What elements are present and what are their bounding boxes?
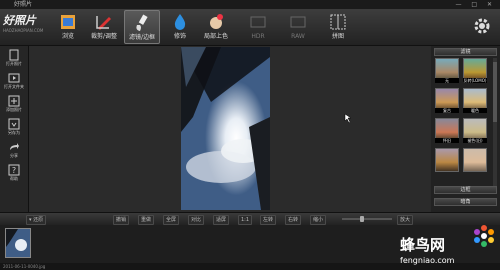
sidebar-item-help[interactable]: ? 帮助 [2,164,26,186]
tool-label: 滤镜/边框 [128,34,156,41]
watermark-title: 蜂鸟网 [400,236,445,254]
fit-screen-button[interactable]: 适屏 [213,215,230,225]
tool-crop-adjust[interactable]: 裁剪/调整 [86,10,122,44]
actual-size-button[interactable]: 1:1 [238,215,253,225]
hdr-icon [250,16,266,28]
watermark-url: fengniao.com [400,256,455,265]
filter-thumb[interactable] [435,148,459,172]
filter-thumb-label: 褪色(旧) [463,138,487,143]
panel-scrollbar[interactable] [493,58,497,190]
sidebar-item-save-as[interactable]: 另存为 [2,118,26,140]
restore-button[interactable]: ▾ 还原 [26,215,47,225]
fengniao-watermark: 蜂鸟网 fengniao.com [400,225,494,265]
photo-preview [181,47,270,210]
tool-label: 浏览 [61,33,74,40]
sidebar-item-open-photo[interactable]: 打开照片 [2,49,26,71]
tool-label: 局部上色 [203,33,228,40]
zoom-slider[interactable] [342,218,392,220]
rotate-left-button[interactable]: 左转 [260,215,277,225]
help-icon: ? [8,164,20,176]
water-drop-icon [174,14,186,30]
main-toolbar: 好照片 HAOZHAOPIAN.COM 浏览 裁剪/调整 滤镜/边框 修饰 局部… [0,9,500,46]
app-logo: 好照片 HAOZHAOPIAN.COM [3,12,49,42]
tool-browse[interactable]: 浏览 [50,10,86,44]
sidebar-item-label: 帮助 [10,176,18,181]
window-title: 好照片 [14,1,33,8]
brush-filter-icon [136,14,148,31]
section-corner-header[interactable]: 暗角 [434,198,497,206]
sidebar-item-open-folder[interactable]: 打开文件夹 [2,72,26,94]
save-as-icon [8,118,20,130]
tool-label: 修饰 [173,33,186,40]
filter-thumb-label: 怀旧 [435,138,459,143]
app-subtitle: HAOZHAOPIAN.COM [3,28,44,33]
sidebar-item-share[interactable]: 分享 [2,141,26,163]
fullscreen-button[interactable]: 全屏 [163,215,180,225]
sidebar-item-label: 打开照片 [6,61,22,66]
sidebar-item-label: 分享 [10,153,18,158]
open-photo-icon [9,49,19,61]
tool-local-color[interactable]: 局部上色 [198,10,234,44]
tool-hdr[interactable]: HDR [240,10,276,44]
window-controls[interactable]: — □ ✕ [455,1,496,8]
filter-thumb-label: 暖色 [463,108,487,113]
collage-icon [330,14,346,30]
filter-thumb-label: 无 [435,78,459,83]
status-filename: 2011-06-11-0040.jpg [3,264,46,269]
open-folder-icon [8,73,20,83]
folder-browse-icon [61,15,75,29]
sidebar-item-add-photo[interactable]: 添加照片 [2,95,26,117]
tool-retouch[interactable]: 修饰 [162,10,198,44]
filmstrip-thumb[interactable] [5,228,31,258]
sidebar-item-label: 打开文件夹 [4,84,24,89]
left-sidebar: 打开照片 打开文件夹 添加照片 另存为 分享 ? 帮助 [0,46,29,212]
add-photo-icon [8,95,20,107]
paint-hand-icon [210,14,223,29]
section-border-header[interactable]: 边框 [434,186,497,194]
svg-text:?: ? [12,166,16,175]
filter-panel: 滤镜 无 反转(LOMO) 复古 暖色 怀旧 褪色(旧) 边框 暗角 [431,46,500,212]
tool-filter-border[interactable]: 滤镜/边框 [124,10,160,44]
tool-label: RAW [291,33,305,40]
crop-pencil-icon [96,16,111,30]
title-bar: 好照片 — □ ✕ [0,0,500,9]
sidebar-item-label: 另存为 [8,130,20,135]
zoom-slider-knob[interactable] [360,216,364,222]
sidebar-item-label: 添加照片 [6,107,22,112]
compare-button[interactable]: 对比 [188,215,205,225]
tool-raw[interactable]: RAW [280,10,316,44]
section-filter-header[interactable]: 滤镜 [434,48,497,56]
filter-thumb-label: 反转(LOMO) [463,78,487,83]
rotate-right-button[interactable]: 右转 [285,215,302,225]
scroll-thumb[interactable] [493,62,497,122]
tool-label: HDR [251,33,265,40]
mouse-cursor-icon [344,113,352,124]
undo-button[interactable]: 撤销 [113,215,130,225]
share-icon [10,143,19,150]
tool-label: 裁剪/调整 [90,33,118,40]
filter-thumb-label: 复古 [435,108,459,113]
filter-thumb[interactable] [463,148,487,172]
gear-icon[interactable] [472,16,492,36]
tool-label: 拼图 [331,33,344,40]
raw-icon [290,16,306,28]
app-brand: 好照片 [3,14,36,27]
redo-button[interactable]: 重做 [138,215,155,225]
tool-collage[interactable]: 拼图 [320,10,356,44]
zoom-out-button[interactable]: 缩小 [310,215,327,225]
